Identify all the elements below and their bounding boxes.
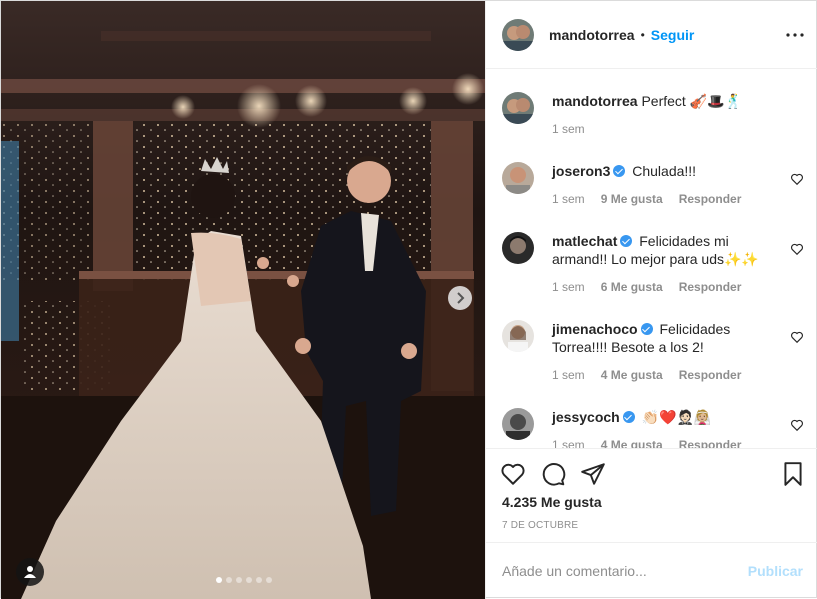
comment-meta: 1 sem 9 Me gusta Responder: [552, 190, 782, 208]
post-header: mandotorrea • Seguir: [486, 1, 817, 69]
carousel-next-button[interactable]: [448, 286, 472, 310]
avatar-image: [502, 18, 534, 51]
avatar[interactable]: [502, 320, 534, 352]
caption-text-line: mandotorrea Perfect 🎻🎩🕺: [552, 92, 782, 110]
publish-button[interactable]: Publicar: [748, 563, 803, 579]
carousel-dot: [246, 577, 252, 583]
save-bookmark-icon[interactable]: [780, 461, 806, 487]
tagged-users-button[interactable]: [16, 558, 44, 586]
reply-button[interactable]: Responder: [679, 366, 742, 384]
caption: mandotorrea Perfect 🎻🎩🕺 1 sem: [502, 92, 802, 138]
reply-button[interactable]: Responder: [679, 278, 742, 296]
verified-badge-icon: [622, 411, 635, 423]
avatar-image: [502, 320, 534, 352]
comment-likes[interactable]: 9 Me gusta: [601, 190, 663, 208]
comment-text: 👏🏻❤️🤵🏻👰🏼: [641, 409, 712, 425]
carousel-dot: [266, 577, 272, 583]
comment-item: matlechat Felicidades mi armand!! Lo mej…: [502, 232, 804, 296]
comment-likes[interactable]: 4 Me gusta: [601, 436, 663, 448]
comment-meta: 1 sem 4 Me gusta Responder: [552, 436, 782, 448]
carousel-dot: [236, 577, 242, 583]
comment-text-line: matlechat Felicidades mi armand!! Lo mej…: [552, 232, 782, 268]
avatar[interactable]: [502, 408, 534, 440]
avatar-image: [502, 92, 534, 124]
carousel-dot: [256, 577, 262, 583]
like-comment-heart-icon[interactable]: [790, 418, 804, 432]
comment-username[interactable]: jessycoch: [552, 409, 620, 425]
add-comment-bar: Publicar: [486, 542, 817, 599]
comment-text-line: jessycoch 👏🏻❤️🤵🏻👰🏼: [552, 408, 782, 426]
caption-meta: 1 sem: [552, 120, 782, 138]
avatar-image: [502, 162, 534, 194]
reply-button[interactable]: Responder: [679, 190, 742, 208]
comment-time[interactable]: 1 sem: [552, 366, 585, 384]
comment-icon[interactable]: [540, 461, 566, 487]
verified-badge-icon: [620, 235, 633, 247]
likes-count[interactable]: 4.235 Me gusta: [502, 494, 602, 510]
comment-time[interactable]: 1 sem: [552, 436, 585, 448]
carousel-dot: [226, 577, 232, 583]
comment-username[interactable]: joseron3: [552, 163, 610, 179]
comment-meta: 1 sem 4 Me gusta Responder: [552, 366, 782, 384]
like-comment-heart-icon[interactable]: [790, 172, 804, 186]
post-actions: 4.235 Me gusta 7 DE OCTUBRE: [486, 448, 817, 544]
avatar-image: [502, 232, 534, 264]
caption-text: Perfect 🎻🎩🕺: [641, 93, 743, 109]
follow-button[interactable]: Seguir: [651, 27, 695, 43]
avatar[interactable]: [502, 162, 534, 194]
comments-list[interactable]: mandotorrea Perfect 🎻🎩🕺 1 sem joseron3 C…: [486, 70, 817, 448]
comment-time[interactable]: 1 sem: [552, 278, 585, 296]
post-dialog: mandotorrea • Seguir mandotorrea Perfect…: [0, 0, 817, 599]
reply-button[interactable]: Responder: [679, 436, 742, 448]
share-paper-plane-icon[interactable]: [580, 461, 606, 487]
comment-text-line: joseron3 Chulada!!!: [552, 162, 782, 180]
comment-meta: 1 sem 6 Me gusta Responder: [552, 278, 782, 296]
comment-text: Chulada!!!: [632, 163, 697, 179]
like-comment-heart-icon[interactable]: [790, 242, 804, 256]
like-comment-heart-icon[interactable]: [790, 330, 804, 344]
post-date[interactable]: 7 DE OCTUBRE: [502, 520, 578, 531]
avatar-image: [502, 408, 534, 440]
comment-username[interactable]: jimenachoco: [552, 321, 638, 337]
wedding-photo: [1, 1, 485, 599]
user-icon: [24, 566, 36, 578]
comment-text-line: jimenachoco Felicidades Torrea!!!! Besot…: [552, 320, 782, 356]
post-photo[interactable]: [1, 1, 485, 599]
comment-body: jessycoch 👏🏻❤️🤵🏻👰🏼 1 sem 4 Me gusta Resp…: [552, 408, 782, 448]
caption-body: mandotorrea Perfect 🎻🎩🕺 1 sem: [552, 92, 782, 138]
post-side-panel: mandotorrea • Seguir mandotorrea Perfect…: [485, 1, 817, 599]
avatar[interactable]: [502, 18, 534, 51]
comment-item: jimenachoco Felicidades Torrea!!!! Besot…: [502, 320, 804, 384]
more-options-button[interactable]: [785, 25, 805, 45]
more-horizontal-icon: [786, 33, 804, 37]
carousel-indicator: [216, 577, 272, 583]
avatar[interactable]: [502, 92, 534, 124]
comment-item: joseron3 Chulada!!! 1 sem 9 Me gusta Res…: [502, 162, 804, 208]
comment-time[interactable]: 1 sem: [552, 190, 585, 208]
caption-time[interactable]: 1 sem: [552, 120, 585, 138]
comment-input[interactable]: [502, 557, 732, 585]
comment-item: jessycoch 👏🏻❤️🤵🏻👰🏼 1 sem 4 Me gusta Resp…: [502, 408, 804, 448]
avatar[interactable]: [502, 232, 534, 264]
verified-badge-icon: [613, 165, 626, 177]
caption-username[interactable]: mandotorrea: [552, 93, 638, 109]
post-author-username[interactable]: mandotorrea: [549, 27, 635, 43]
verified-badge-icon: [640, 323, 653, 335]
comment-body: joseron3 Chulada!!! 1 sem 9 Me gusta Res…: [552, 162, 782, 208]
separator-dot: •: [640, 27, 645, 42]
comment-body: jimenachoco Felicidades Torrea!!!! Besot…: [552, 320, 782, 384]
comment-likes[interactable]: 4 Me gusta: [601, 366, 663, 384]
like-heart-icon[interactable]: [500, 461, 526, 487]
comment-likes[interactable]: 6 Me gusta: [601, 278, 663, 296]
comment-body: matlechat Felicidades mi armand!! Lo mej…: [552, 232, 782, 296]
chevron-right-icon: [457, 292, 465, 304]
carousel-dot: [216, 577, 222, 583]
comment-username[interactable]: matlechat: [552, 233, 617, 249]
